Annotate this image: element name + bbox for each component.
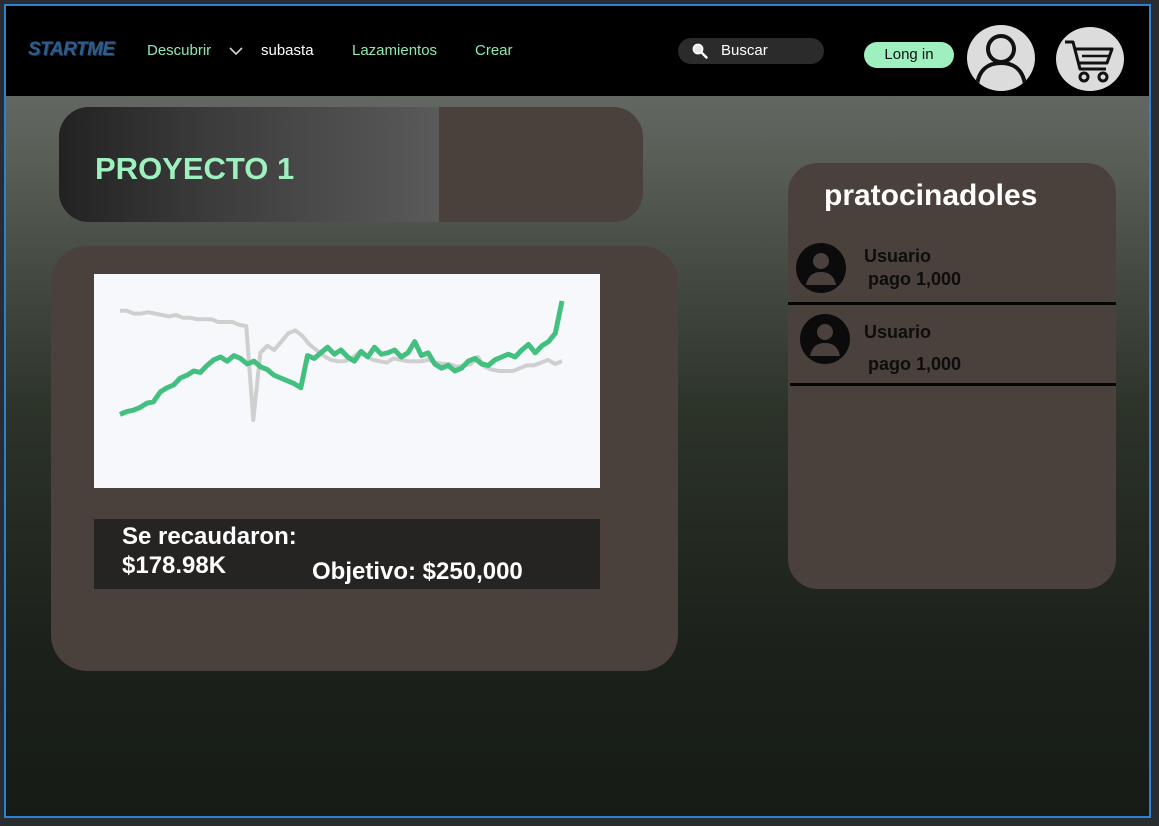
sponsors-card: pratocinadoles Usuario pago 1,000 Usuari…	[788, 163, 1116, 589]
funds-raised-label: Se recaudaron:	[122, 523, 297, 550]
project-title-card: PROYECTO 1	[59, 107, 643, 222]
funds-raised-amount: $178.98K	[122, 552, 227, 579]
user-icon	[975, 34, 1027, 86]
sponsor-payment: pago 1,000	[868, 269, 962, 289]
app-frame: STARTME Descubrir subasta Lazamientos Cr…	[4, 4, 1151, 818]
user-avatar[interactable]	[967, 25, 1035, 91]
login-button[interactable]: Long in	[864, 42, 954, 68]
divider	[788, 302, 1116, 305]
cart-button[interactable]	[1056, 27, 1124, 91]
project-title: PROYECTO 1	[95, 151, 295, 186]
search-bar[interactable]: Buscar	[678, 38, 824, 64]
nav-link-crear[interactable]: Crear	[475, 42, 513, 59]
sponsors-title: pratocinadoles	[824, 179, 1038, 212]
divider	[790, 383, 1116, 386]
chart-series-gray	[120, 308, 563, 422]
sponsor-name: Usuario	[864, 322, 932, 342]
search-icon	[692, 43, 708, 59]
funding-chart	[94, 274, 600, 488]
top-navbar: STARTME Descubrir subasta Lazamientos Cr…	[6, 6, 1149, 96]
project-stats-card: Se recaudaron: $178.98K Objetivo: $250,0…	[51, 246, 678, 671]
nav-link-descubrir[interactable]: Descubrir	[147, 42, 211, 59]
cart-icon	[1065, 40, 1114, 83]
sponsor-avatar-icon	[800, 314, 850, 364]
sponsor-avatar-icon	[796, 243, 846, 293]
funding-chart-svg	[119, 300, 565, 422]
funds-summary: Se recaudaron: $178.98K Objetivo: $250,0…	[94, 519, 600, 589]
sponsor-payment: pago 1,000	[868, 354, 962, 374]
nav-link-lazamientos[interactable]: Lazamientos	[352, 42, 437, 59]
nav-link-subasta[interactable]: subasta	[261, 42, 314, 59]
search-label: Buscar	[721, 42, 768, 59]
sponsor-name: Usuario	[864, 246, 932, 266]
logo[interactable]: STARTME	[28, 39, 115, 61]
chevron-down-icon[interactable]	[229, 46, 243, 56]
funding-goal: Objetivo: $250,000	[312, 558, 523, 585]
